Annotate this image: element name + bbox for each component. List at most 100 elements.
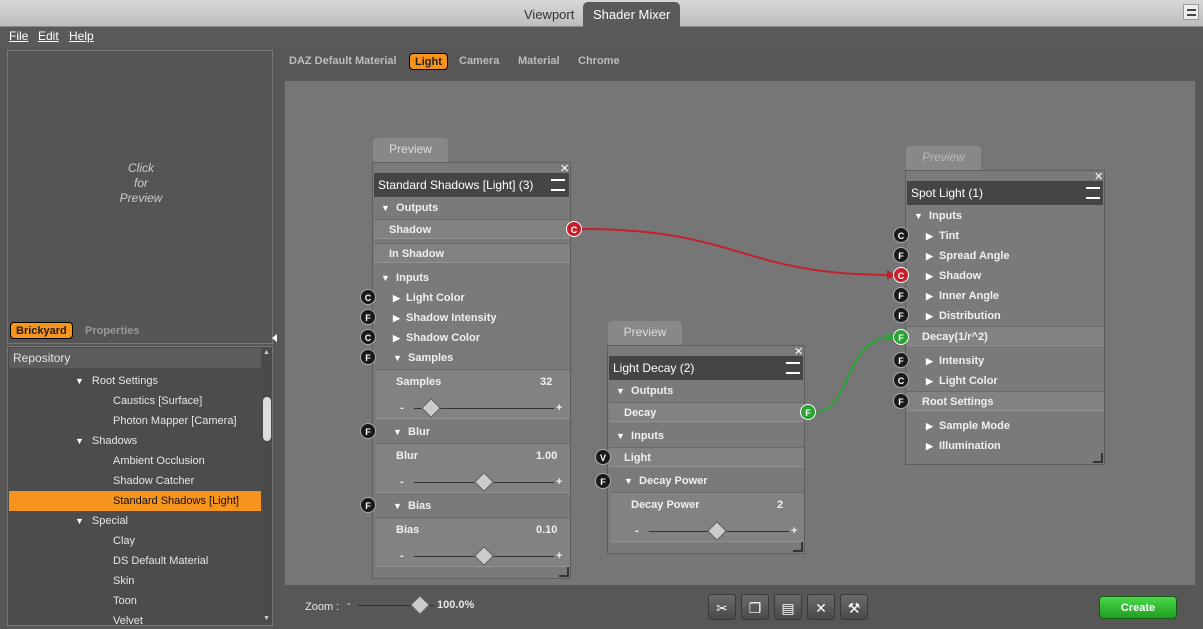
minus-icon[interactable]: - (635, 521, 639, 541)
output-port-f[interactable]: F (800, 404, 816, 420)
outputs-section[interactable]: ▼ Outputs (381, 198, 438, 218)
input-port-f[interactable]: F (360, 349, 376, 365)
input-port-v[interactable]: V (595, 449, 611, 465)
inputs-label: Inputs (929, 210, 963, 222)
input-intensity[interactable]: ▶ Intensity (926, 351, 984, 371)
plus-icon[interactable]: + (791, 521, 797, 541)
output-decay[interactable]: Decay (609, 402, 804, 422)
input-port-c[interactable]: C (893, 372, 909, 388)
resize-grip-icon[interactable] (1093, 453, 1103, 463)
node-menu-icon[interactable] (1086, 187, 1100, 199)
inputs-section[interactable]: ▼ Inputs (381, 268, 429, 288)
input-port-c[interactable]: C (360, 289, 376, 305)
input-decay-power[interactable]: ▼ Decay Power (624, 471, 708, 491)
chevron-down-icon: ▼ (616, 431, 625, 441)
input-shadow[interactable]: ▶ Shadow (926, 266, 981, 286)
chevron-right-icon: ▶ (926, 311, 933, 321)
zoom-minus-icon[interactable]: - (347, 598, 351, 610)
slider-thumb[interactable] (421, 398, 441, 418)
input-port-f[interactable]: F (360, 497, 376, 513)
input-port-f[interactable]: F (893, 393, 909, 409)
samples-control: Samples 32 - + (376, 369, 570, 419)
input-label: Light Color (406, 292, 465, 304)
input-port-c[interactable]: C (360, 329, 376, 345)
plus-icon[interactable]: + (556, 472, 562, 492)
input-port-f[interactable]: F (595, 473, 611, 489)
resize-grip-icon[interactable] (793, 542, 803, 552)
scissors-icon: ✂ (716, 600, 728, 616)
output-in-shadow[interactable]: In Shadow (374, 243, 570, 263)
input-samples[interactable]: ▼ Samples (393, 348, 453, 368)
delete-button[interactable]: ✕ (807, 594, 835, 620)
chevron-down-icon: ▼ (381, 273, 390, 283)
tools-button[interactable]: ⚒ (840, 594, 868, 620)
input-illumination[interactable]: ▶ Illumination (926, 436, 1001, 456)
minus-icon[interactable]: - (400, 472, 404, 492)
input-decay[interactable]: Decay(1/r^2) (907, 326, 1104, 346)
input-port-f[interactable]: F (893, 307, 909, 323)
input-port-f[interactable]: F (360, 309, 376, 325)
inputs-section[interactable]: ▼ Inputs (914, 206, 962, 226)
input-light[interactable]: Light (609, 447, 804, 467)
input-port-f[interactable]: F (893, 287, 909, 303)
input-tint[interactable]: ▶ Tint (926, 226, 959, 246)
slider-thumb[interactable] (707, 521, 727, 541)
input-bias[interactable]: ▼ Bias (393, 496, 431, 516)
input-port-f[interactable]: F (893, 329, 909, 345)
node-standard-shadows[interactable]: ✕ Standard Shadows [Light] (3) ▼ Outputs… (372, 162, 571, 579)
blur-control: Blur 1.00 - + (376, 443, 570, 493)
output-shadow[interactable]: Shadow (374, 219, 570, 239)
shadows-preview-tab[interactable]: Preview (373, 138, 448, 162)
node-menu-icon[interactable] (551, 179, 565, 191)
copy-button[interactable]: ❐ (741, 594, 769, 620)
outputs-section[interactable]: ▼ Outputs (616, 381, 673, 401)
input-label: Decay Power (639, 475, 708, 487)
input-blur[interactable]: ▼ Blur (393, 422, 430, 442)
plus-icon[interactable]: + (556, 398, 562, 418)
node-light-decay[interactable]: ✕ Light Decay (2) ▼ Outputs Decay ▼ Inpu… (607, 345, 805, 554)
decay-power-label: Decay Power (631, 499, 700, 511)
chevron-right-icon: ▶ (393, 313, 400, 323)
plus-icon[interactable]: + (556, 546, 562, 566)
input-port-c[interactable]: C (893, 227, 909, 243)
input-shadow-intensity[interactable]: ▶ Shadow Intensity (393, 308, 497, 328)
blur-value[interactable]: 1.00 (536, 446, 557, 466)
input-port-f[interactable]: F (893, 352, 909, 368)
input-inner-angle[interactable]: ▶ Inner Angle (926, 286, 999, 306)
minus-icon[interactable]: - (400, 546, 404, 566)
decay-preview-tab[interactable]: Preview (608, 321, 682, 345)
input-root-settings[interactable]: Root Settings (907, 391, 1104, 411)
slider-thumb[interactable] (474, 472, 494, 492)
node-spot-light[interactable]: ✕ Spot Light (1) ▼ Inputs ▶ Tint ▶ Sprea… (905, 170, 1105, 465)
input-port-c[interactable]: C (893, 267, 909, 283)
input-sample-mode[interactable]: ▶ Sample Mode (926, 416, 1010, 436)
wire-shadow (581, 228, 893, 276)
spot-preview-tab[interactable]: Preview (906, 146, 981, 170)
input-distribution[interactable]: ▶ Distribution (926, 306, 1001, 326)
node-menu-icon[interactable] (786, 362, 800, 374)
chevron-right-icon: ▶ (393, 333, 400, 343)
samples-value[interactable]: 32 (540, 372, 552, 392)
samples-label: Samples (396, 376, 442, 388)
decay-power-value[interactable]: 2 (777, 495, 783, 515)
input-light-color[interactable]: ▶ Light Color (393, 288, 465, 308)
input-spread-angle[interactable]: ▶ Spread Angle (926, 246, 1010, 266)
inputs-section[interactable]: ▼ Inputs (616, 426, 664, 446)
input-light-color[interactable]: ▶ Light Color (926, 371, 998, 391)
bias-value[interactable]: 0.10 (536, 520, 557, 540)
output-port-c[interactable]: C (566, 221, 582, 237)
minus-icon[interactable]: - (400, 398, 404, 418)
cut-button[interactable]: ✂ (708, 594, 736, 620)
copy-icon: ❐ (748, 600, 762, 616)
node-title: Spot Light (1) (907, 181, 1103, 205)
resize-grip-icon[interactable] (559, 567, 569, 577)
input-label: Blur (408, 426, 431, 438)
paste-button[interactable]: ▤ (774, 594, 802, 620)
input-port-f[interactable]: F (360, 423, 376, 439)
input-shadow-color[interactable]: ▶ Shadow Color (393, 328, 480, 348)
slider-thumb[interactable] (474, 546, 494, 566)
input-port-f[interactable]: F (893, 247, 909, 263)
chevron-down-icon: ▼ (914, 211, 923, 221)
zoom-label: Zoom : (305, 601, 340, 613)
create-button[interactable]: Create (1099, 596, 1177, 619)
